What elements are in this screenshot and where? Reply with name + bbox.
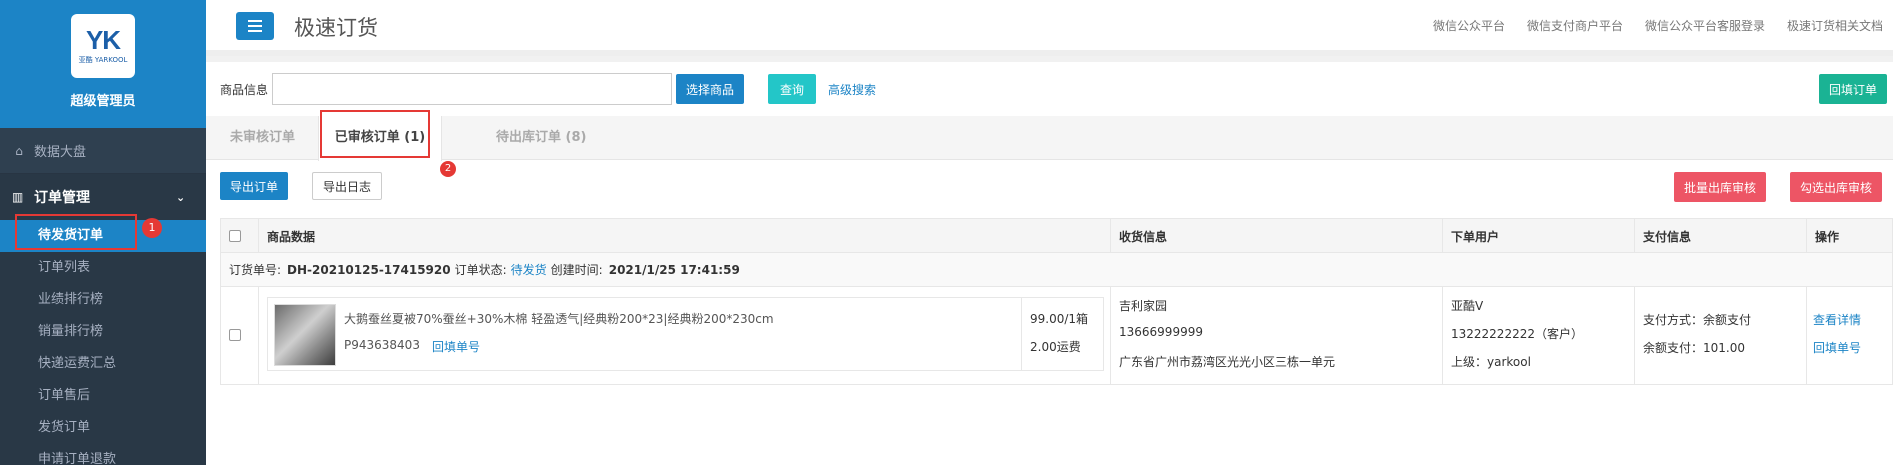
receiver-cell: 吉利家园 13666999999 广东省广州市荔湾区光光小区三栋一单元 xyxy=(1111,287,1443,384)
annotation-badge-2: 2 xyxy=(440,161,456,177)
select-all-cell xyxy=(221,219,259,253)
link-wechat-platform[interactable]: 微信公众平台 xyxy=(1433,17,1505,34)
highlight-box-tab xyxy=(320,110,430,158)
user-name: 亚酷V xyxy=(1451,299,1484,313)
link-docs[interactable]: 极速订货相关文档 xyxy=(1787,17,1883,34)
sidebar-item-shipped-orders[interactable]: 发货订单 xyxy=(0,412,206,444)
home-icon: ⌂ xyxy=(15,143,23,158)
receiver-address: 广东省广州市荔湾区光光小区三栋一单元 xyxy=(1119,355,1336,369)
product-info-input[interactable] xyxy=(272,73,673,105)
product-info: 大鹅蚕丝夏被70%蚕丝+30%木棉 轻盈透气|经典粉200*23|经典粉200*… xyxy=(342,298,982,370)
sidebar-item-shipping-summary[interactable]: 快递运费汇总 xyxy=(0,348,206,380)
sidebar-item-dashboard[interactable]: ⌂ 数据大盘 xyxy=(0,128,206,174)
sidebar-item-order-list[interactable]: 订单列表 xyxy=(0,252,206,284)
payment-method: 支付方式：余额支付 xyxy=(1643,313,1752,327)
header-actions: 操作 xyxy=(1815,229,1840,244)
product-cell: 大鹅蚕丝夏被70%蚕丝+30%木棉 轻盈透气|经典粉200*23|经典粉200*… xyxy=(259,287,1111,384)
order-summary-row: 订货单号: DH-20210125-17415920 订单状态: 待发货 创建时… xyxy=(221,253,1892,287)
query-button[interactable]: 查询 xyxy=(768,74,817,104)
header-payment: 支付信息 xyxy=(1635,219,1807,253)
table-row: 大鹅蚕丝夏被70%蚕丝+30%木棉 轻盈透气|经典粉200*23|经典粉200*… xyxy=(221,287,1892,384)
tab-pending-outbound[interactable]: 待出库订单 (8) xyxy=(496,116,586,160)
backfill-sku-link[interactable]: 回填单号 xyxy=(432,338,480,355)
batch-outbound-audit-button[interactable]: 批量出库审核 xyxy=(1674,172,1767,202)
payment-cell: 支付方式：余额支付 余额支付：101.00 xyxy=(1635,287,1807,384)
export-orders-button[interactable]: 导出订单 xyxy=(220,172,289,200)
view-details-link[interactable]: 查看详情 xyxy=(1813,311,1861,328)
chevron-down-icon: ⌄ xyxy=(176,190,186,204)
product-thumbnail xyxy=(274,304,336,366)
menu-toggle-button[interactable] xyxy=(236,12,274,40)
backfill-tracking-link[interactable]: 回填单号 xyxy=(1813,339,1861,356)
order-no: DH-20210125-17415920 xyxy=(287,262,451,277)
link-wechat-pay-merchant[interactable]: 微信支付商户平台 xyxy=(1527,17,1623,34)
logo-subtitle: 亚酷 YARKOOL xyxy=(78,56,128,64)
menu-icon xyxy=(248,20,262,22)
row-select-cell xyxy=(221,287,259,384)
price-cell: 99.00/1箱 2.00运费 xyxy=(1021,298,1104,370)
product-info-label: 商品信息 xyxy=(220,82,269,97)
page-title: 极速订货 xyxy=(294,16,378,40)
advanced-search-link[interactable]: 高级搜索 xyxy=(828,81,876,98)
sidebar-submenu: 待发货订单 订单列表 业绩排行榜 销量排行榜 快递运费汇总 订单售后 发货订单 … xyxy=(0,220,206,465)
product-name: 大鹅蚕丝夏被70%蚕丝+30%木棉 轻盈透气|经典粉200*23|经典粉200*… xyxy=(344,312,774,326)
product-price: 99.00/1箱 xyxy=(1030,312,1089,326)
row-checkbox[interactable] xyxy=(229,329,241,341)
sidebar-item-refund-requests[interactable]: 申请订单退款 xyxy=(0,444,206,465)
export-log-button[interactable]: 导出日志 xyxy=(312,172,383,200)
tabs-bar: 未审核订单 已审核订单 (1) 待出库订单 (8) xyxy=(206,116,1893,161)
sidebar-group-label: 订单管理 xyxy=(34,190,90,206)
shipping-fee: 2.00运费 xyxy=(1030,340,1081,354)
top-links: 微信公众平台 微信支付商户平台 微信公众平台客服登录 极速订货相关文档 xyxy=(1433,17,1883,34)
orders-table: 商品数据 收货信息 下单用户 支付信息 操作 订货单号: DH-20210125… xyxy=(220,218,1893,385)
created-time-label: 创建时间: xyxy=(550,263,603,277)
header-receiver: 收货信息 xyxy=(1111,219,1443,253)
created-time: 2021/1/25 17:41:59 xyxy=(608,262,740,277)
sidebar-item-sales-rank[interactable]: 销量排行榜 xyxy=(0,316,206,348)
select-product-button[interactable]: 选择商品 xyxy=(676,74,745,104)
menu-icon-bar xyxy=(248,30,262,32)
sidebar-item-after-sales[interactable]: 订单售后 xyxy=(0,380,206,412)
actions-cell: 查看详情 回填单号 xyxy=(1807,287,1892,384)
logo-mark: YK xyxy=(85,25,121,55)
top-bar: 极速订货 微信公众平台 微信支付商户平台 微信公众平台客服登录 极速订货相关文档 xyxy=(206,0,1893,56)
order-no-label: 订货单号: xyxy=(229,263,282,277)
payment-amount: 余额支付：101.00 xyxy=(1643,341,1745,355)
header-user: 下单用户 xyxy=(1443,219,1635,253)
admin-name: 超级管理员 xyxy=(70,94,136,109)
product-sku: P943638403 xyxy=(344,338,420,352)
receiver-name: 吉利家园 xyxy=(1119,299,1168,313)
sidebar-item-performance-rank[interactable]: 业绩排行榜 xyxy=(0,284,206,316)
tab-unaudited[interactable]: 未审核订单 xyxy=(230,116,295,160)
menu-icon-bar xyxy=(248,25,262,27)
user-phone: 13222222222（客户） xyxy=(1451,327,1583,341)
product-card: 大鹅蚕丝夏被70%蚕丝+30%木棉 轻盈透气|经典粉200*23|经典粉200*… xyxy=(267,297,1104,371)
select-all-checkbox[interactable] xyxy=(229,230,241,242)
highlight-box-sidebar xyxy=(15,214,137,250)
user-parent: 上级：yarkool xyxy=(1451,355,1531,369)
user-cell: 亚酷V 13222222222（客户） 上级：yarkool xyxy=(1443,287,1635,384)
order-status: 待发货 xyxy=(510,263,547,277)
columns-icon: ▥ xyxy=(12,190,24,204)
sidebar-item-label: 数据大盘 xyxy=(34,145,87,160)
main-content: 商品信息 选择商品 查询 高级搜索 回填订单 未审核订单 已审核订单 (1) 待… xyxy=(206,62,1893,465)
order-status-label: 订单状态: xyxy=(454,263,507,277)
annotation-badge-1: 1 xyxy=(142,218,162,238)
link-wechat-service-login[interactable]: 微信公众平台客服登录 xyxy=(1645,17,1765,34)
table-header: 商品数据 收货信息 下单用户 支付信息 操作 xyxy=(221,219,1892,253)
brand-logo: YK 亚酷 YARKOOL xyxy=(71,14,135,78)
checked-outbound-audit-button[interactable]: 勾选出库审核 xyxy=(1790,172,1883,202)
search-row: 商品信息 选择商品 查询 高级搜索 xyxy=(220,73,876,105)
backfill-order-button[interactable]: 回填订单 xyxy=(1818,74,1887,104)
sidebar: YK 亚酷 YARKOOL 超级管理员 ⌂ 数据大盘 ▥ 订单管理 ⌄ 待发货订… xyxy=(0,0,206,465)
header-product: 商品数据 xyxy=(259,219,1111,253)
receiver-phone: 13666999999 xyxy=(1119,325,1203,339)
sidebar-brand: YK 亚酷 YARKOOL 超级管理员 xyxy=(0,0,206,128)
